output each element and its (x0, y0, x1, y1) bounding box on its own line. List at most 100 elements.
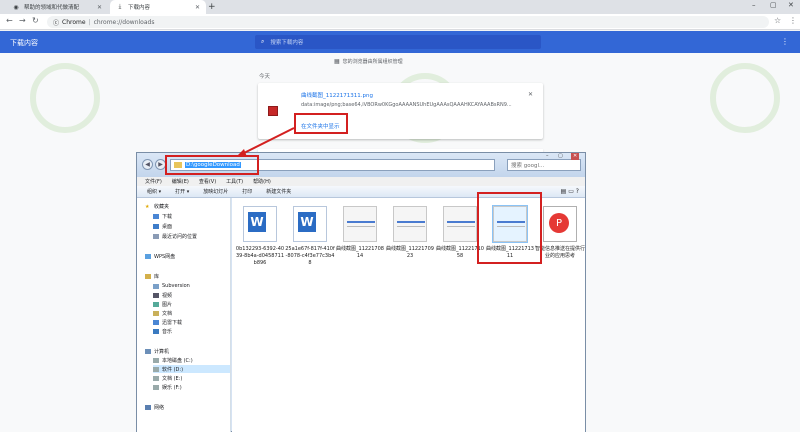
video-icon (153, 292, 159, 298)
pdf-document-icon: P (543, 206, 577, 242)
drive-icon (153, 357, 159, 363)
watermark-logo (710, 63, 780, 133)
download-source-url: data:image/png;base64,iVBORw0KGgoAAAANSU… (301, 102, 512, 108)
reload-icon[interactable]: ↻ (32, 16, 39, 25)
slideshow-button[interactable]: 放映幻灯片 (203, 188, 228, 195)
document-icon (153, 310, 159, 316)
nav-videos[interactable]: 视频 (153, 291, 172, 299)
computer-icon (145, 348, 151, 354)
downloads-search-input[interactable]: ⌕ 搜索下载内容 (255, 35, 541, 49)
remove-download-icon[interactable]: ✕ (528, 91, 533, 98)
menu-edit[interactable]: 编辑(E) (172, 178, 189, 185)
cloud-icon (145, 253, 151, 259)
nav-wps-cloud[interactable]: WPS网盘 (145, 252, 175, 260)
file-item[interactable]: 曲线截图_1122170923 (385, 206, 435, 260)
drive-icon (153, 384, 159, 390)
bookmark-star-icon[interactable]: ☆ (774, 16, 781, 25)
back-icon[interactable]: ← (6, 16, 13, 25)
menu-file[interactable]: 文件(F) (145, 178, 162, 185)
new-folder-button[interactable]: 新建文件夹 (266, 188, 291, 195)
tab-other[interactable]: ◉ 帮助的领域和代做清配 ✕ (6, 0, 108, 14)
address-bar[interactable]: ⓒ Chrome | chrome://downloads (47, 16, 769, 28)
music-icon (153, 328, 159, 334)
tab-title: 帮助的领域和代做清配 (24, 5, 80, 11)
nav-desktop[interactable]: 桌面 (153, 222, 172, 230)
file-item[interactable]: W 25a1e67f-817f-410f-8078-c4f3e77c3b48 (285, 206, 335, 267)
nav-libraries[interactable]: 库 (145, 272, 159, 280)
tab-downloads[interactable]: ⤓ 下载内容 ✕ (110, 0, 206, 14)
section-heading: 今天 (259, 74, 271, 80)
menu-view[interactable]: 查看(V) (199, 178, 216, 185)
image-file-icon (268, 106, 278, 116)
maximize-icon[interactable]: ▢ (558, 153, 563, 160)
word-document-icon: W (243, 206, 277, 242)
tab-strip: ◉ 帮助的领域和代做清配 ✕ ⤓ 下载内容 ✕ + – ▢ ✕ (0, 0, 800, 14)
close-icon[interactable]: ✕ (97, 4, 102, 11)
menu-tools[interactable]: 工具(T) (226, 178, 243, 185)
page-title: 下载内容 (10, 39, 38, 47)
word-document-icon: W (293, 206, 327, 242)
explorer-search-input[interactable]: 搜索 googl... (507, 159, 581, 171)
nav-network[interactable]: 网络 (145, 403, 164, 411)
downloads-header: 下载内容 ⌕ 搜索下载内容 ⋮ (0, 31, 800, 53)
scheme-label: Chrome (62, 18, 86, 26)
drive-icon (153, 366, 159, 372)
open-button[interactable]: 打开 ▾ (175, 188, 189, 195)
image-thumbnail-icon (443, 206, 477, 242)
file-name: 曲线截图_1122170814 (336, 246, 384, 259)
nav-documents[interactable]: 文档 (153, 309, 172, 317)
image-thumbnail-icon (393, 206, 427, 242)
download-folder-icon (153, 213, 159, 219)
navigation-pane: ★ 收藏夹 下载 桌面 最近访问的位置 WPS网盘 库 Subversion 视频… (137, 198, 231, 432)
print-button[interactable]: 打印 (242, 188, 252, 195)
nav-favorites[interactable]: ★ 收藏夹 (145, 202, 169, 210)
close-window-icon[interactable]: ✕ (788, 1, 794, 9)
managed-notice[interactable]: ▦ 您的浏览器由所属组织管理 (334, 58, 403, 65)
highlight-box (165, 155, 259, 175)
site-info-icon[interactable]: ⓒ (53, 18, 59, 27)
view-options-icon[interactable]: ▤ ▭ ? (561, 188, 579, 195)
nav-computer[interactable]: 计算机 (145, 347, 169, 355)
nav-drive-c[interactable]: 本地磁盘 (C:) (153, 356, 193, 364)
browser-toolbar: ← → ↻ ⓒ Chrome | chrome://downloads ☆ ⋮ (0, 14, 800, 30)
close-icon[interactable]: ✕ (195, 4, 200, 11)
close-window-icon[interactable]: ✕ (571, 153, 580, 160)
nav-pictures[interactable]: 图片 (153, 300, 172, 308)
organize-button[interactable]: 组织 ▾ (147, 188, 161, 195)
nav-thunder-downloads[interactable]: 迅雷下载 (153, 318, 182, 326)
download-filename-link[interactable]: 曲线截图_1122171311.png (301, 91, 373, 99)
file-item[interactable]: P 智能信息推送在提供行业的应用思考 (535, 206, 585, 260)
new-tab-button[interactable]: + (208, 2, 216, 12)
divider: | (88, 18, 91, 26)
file-item[interactable]: 曲线截图_1122170814 (335, 206, 385, 260)
more-actions-icon[interactable]: ⋮ (781, 37, 789, 46)
star-icon: ★ (145, 203, 150, 210)
tab-title: 下载内容 (128, 5, 151, 11)
page-favicon-icon: ◉ (13, 3, 19, 11)
recent-places-icon (153, 233, 159, 239)
menu-icon[interactable]: ⋮ (789, 16, 797, 25)
search-icon: ⌕ (261, 38, 265, 45)
minimize-icon[interactable]: – (752, 1, 756, 9)
minimize-icon[interactable]: – (546, 153, 549, 160)
maximize-icon[interactable]: ▢ (770, 1, 777, 9)
download-icon: ⤓ (118, 3, 122, 10)
picture-icon (153, 301, 159, 307)
file-name: 曲线截图_1122170923 (386, 246, 434, 259)
nav-drive-e[interactable]: 文档 (E:) (153, 374, 182, 382)
menu-help[interactable]: 帮助(H) (253, 178, 271, 185)
file-item[interactable]: W 0b132293-6392-4039-8b4a-d0458711b896 (235, 206, 285, 267)
network-icon (145, 404, 151, 410)
file-name: 0b132293-6392-4039-8b4a-d0458711b896 (235, 246, 285, 266)
nav-drive-f[interactable]: 娱乐 (F:) (153, 383, 182, 391)
highlight-box (294, 113, 348, 134)
nav-subversion[interactable]: Subversion (153, 282, 190, 290)
back-icon[interactable]: ◀ (142, 159, 153, 170)
image-thumbnail-icon (343, 206, 377, 242)
nav-recent[interactable]: 最近访问的位置 (153, 232, 197, 240)
nav-drive-d[interactable]: 软件 (D:) (153, 365, 230, 373)
nav-music[interactable]: 音乐 (153, 327, 172, 335)
nav-downloads[interactable]: 下载 (153, 212, 172, 220)
forward-icon[interactable]: → (19, 16, 26, 25)
building-icon: ▦ (334, 58, 340, 65)
